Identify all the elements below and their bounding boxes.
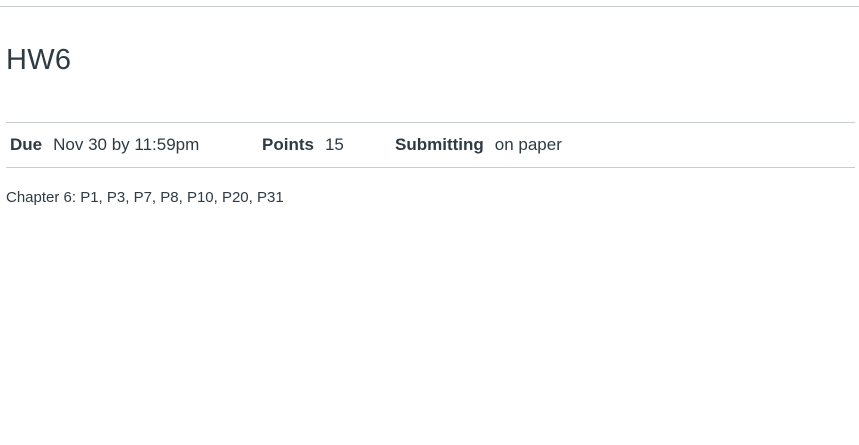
points-label: Points	[262, 135, 314, 154]
points-detail: Points 15	[262, 123, 344, 167]
assignment-description: Chapter 6: P1, P3, P7, P8, P10, P20, P31	[6, 189, 284, 206]
top-divider	[0, 6, 859, 7]
due-detail: Due Nov 30 by 11:59pm	[10, 123, 199, 167]
due-value: Nov 30 by 11:59pm	[53, 135, 200, 154]
page-title: HW6	[6, 44, 72, 76]
submitting-value: on paper	[494, 135, 562, 154]
submitting-detail: Submitting on paper	[395, 123, 562, 167]
assignment-details-bar: Due Nov 30 by 11:59pm Points 15 Submitting…	[6, 122, 855, 168]
due-label: Due	[10, 135, 43, 154]
submitting-label: Submitting	[395, 135, 484, 154]
points-value: 15	[324, 135, 344, 154]
